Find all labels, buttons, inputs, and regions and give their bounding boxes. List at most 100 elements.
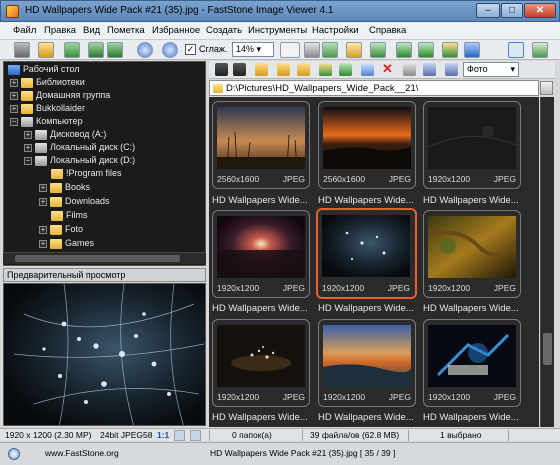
selection-count: 1 выбрано: [440, 430, 482, 440]
favorite-folder-icon[interactable]: [277, 63, 290, 76]
sort-icon[interactable]: [423, 63, 436, 76]
image-format: JPEG: [282, 174, 305, 184]
image-size: 1920x1200: [428, 392, 471, 402]
expand-icon[interactable]: +: [39, 225, 47, 234]
slideshow-icon[interactable]: [322, 42, 338, 58]
collapse-icon[interactable]: −: [24, 156, 32, 165]
tree-item-drive-c[interactable]: + Локальный диск (C:): [24, 142, 135, 155]
tree-item-program-files[interactable]: !Program files: [51, 168, 122, 181]
tree-item-libraries[interactable]: + Библиотеки: [10, 77, 85, 90]
tree-item-homegroup[interactable]: + Домашняя группа: [10, 90, 110, 103]
tree-item-films[interactable]: Films: [51, 210, 88, 223]
tree-item-computer[interactable]: − Компьютер: [10, 116, 83, 129]
expand-icon[interactable]: +: [39, 197, 47, 206]
expand-icon[interactable]: +: [10, 104, 18, 113]
minimize-button[interactable]: ‒: [476, 3, 500, 18]
thumbnail-card-selected[interactable]: 1920x1200 JPEG: [316, 208, 417, 299]
scrollbar-thumb[interactable]: [15, 255, 180, 262]
tree-item-user[interactable]: + Bukkollaider: [10, 103, 85, 116]
zoom-select[interactable]: 14% ▾: [232, 42, 274, 57]
fit-window-icon[interactable]: [174, 430, 185, 441]
tree-item-downloads[interactable]: + Downloads: [39, 196, 110, 209]
menu-mark[interactable]: Пометка: [107, 25, 145, 36]
expand-icon[interactable]: +: [39, 239, 47, 248]
menu-edit[interactable]: Правка: [44, 25, 76, 36]
thumbnail-card[interactable]: 1920x1200 JPEG: [318, 319, 416, 407]
properties-icon[interactable]: [361, 63, 374, 76]
menu-view[interactable]: Вид: [83, 25, 100, 36]
smooth-checkbox[interactable]: ✓: [185, 44, 196, 55]
fit-icon[interactable]: [304, 42, 320, 58]
maximize-button[interactable]: □: [501, 3, 523, 18]
rotate-right-icon[interactable]: [418, 42, 434, 58]
tree-item-label: Books: [65, 182, 91, 192]
thumbnail-card[interactable]: 1920x1200 JPEG: [423, 319, 521, 407]
expand-icon[interactable]: +: [24, 143, 32, 152]
menu-create[interactable]: Создать: [206, 25, 242, 36]
image-size: 1920x1200: [217, 392, 260, 402]
path-text: D:\Pictures\HD_Wallpapers_Wide_Pack__21\: [226, 83, 419, 94]
expand-icon[interactable]: +: [39, 183, 47, 192]
move-to-icon[interactable]: [339, 63, 352, 76]
menu-file[interactable]: Файл: [13, 25, 36, 36]
thumbnail-card[interactable]: 1920x1200 JPEG: [423, 101, 521, 189]
thumbnail-vertical-scrollbar[interactable]: [540, 97, 554, 427]
thumbnail-card[interactable]: 2560x1600 JPEG: [318, 101, 416, 189]
forward-arrow-icon[interactable]: [233, 63, 246, 76]
copy-to-icon[interactable]: [319, 63, 332, 76]
first-image-icon[interactable]: [88, 42, 104, 58]
up-folder-icon[interactable]: [255, 63, 268, 76]
thumbnail-card[interactable]: 1920x1200 JPEG: [212, 210, 310, 298]
view-mode-icon[interactable]: [445, 63, 458, 76]
menu-favorites[interactable]: Избранное: [152, 25, 200, 36]
menu-tools[interactable]: Инструменты: [248, 25, 307, 36]
new-folder-icon[interactable]: [297, 63, 310, 76]
fullscreen-icon[interactable]: [532, 42, 548, 58]
menu-help[interactable]: Справка: [369, 25, 406, 36]
tree-horizontal-scrollbar[interactable]: [3, 252, 206, 264]
scan-icon[interactable]: [14, 42, 30, 58]
scrollbar-thumb[interactable]: [543, 333, 552, 365]
hard-drive-icon: [35, 155, 47, 166]
flip-horizontal-icon[interactable]: [442, 42, 458, 58]
crop-icon[interactable]: [346, 42, 362, 58]
zoom-in-icon[interactable]: [137, 42, 153, 58]
thumbnail-view-icon[interactable]: [508, 42, 524, 58]
menu-settings[interactable]: Настройки: [312, 25, 359, 36]
tree-item-drive-d[interactable]: − Локальный диск (D:): [24, 155, 135, 168]
open-folder-icon[interactable]: [38, 42, 54, 58]
tree-item-foto[interactable]: + Foto: [39, 224, 83, 237]
delete-icon[interactable]: ✕: [381, 62, 394, 76]
website-link[interactable]: www.FastStone.org: [45, 448, 119, 458]
zoom-out-icon[interactable]: [162, 42, 178, 58]
tree-item-books[interactable]: + Books: [39, 182, 90, 195]
back-arrow-icon[interactable]: [215, 63, 228, 76]
expand-icon[interactable]: +: [10, 91, 18, 100]
folder-icon: [50, 224, 62, 235]
thumbnail-card[interactable]: 1920x1200 JPEG: [423, 210, 521, 298]
path-bar[interactable]: D:\Pictures\HD_Wallpapers_Wide_Pack__21\: [209, 80, 539, 96]
expand-icon[interactable]: +: [24, 130, 32, 139]
prev-image-icon[interactable]: [107, 42, 123, 58]
collapse-icon[interactable]: −: [10, 117, 18, 126]
flip-vertical-icon[interactable]: [464, 42, 480, 58]
close-button[interactable]: ✕: [524, 3, 556, 18]
tree-item-games[interactable]: + Games: [39, 238, 94, 251]
fullscreen-toggle-icon[interactable]: [190, 430, 201, 441]
hand-tool-icon[interactable]: [280, 42, 300, 58]
save-icon[interactable]: [64, 42, 80, 58]
thumbnail-card[interactable]: 1920x1200 JPEG: [212, 319, 310, 407]
thumbnail-info: 1920x1200 JPEG: [322, 283, 410, 293]
select-all-icon[interactable]: [403, 63, 416, 76]
tree-item-desktop[interactable]: Рабочий стол: [8, 64, 80, 77]
tree-item-drive-a[interactable]: + Дисковод (A:): [24, 129, 106, 142]
path-history-icon[interactable]: [540, 81, 553, 95]
thumbnail-card[interactable]: 2560x1600 JPEG: [212, 101, 310, 189]
expand-icon[interactable]: +: [10, 78, 18, 87]
thumbnail-filter-select[interactable]: Фото ▾: [463, 62, 519, 77]
image-format: JPEG: [388, 392, 411, 402]
rotate-left-icon[interactable]: [396, 42, 412, 58]
actual-size-button[interactable]: 1:1: [157, 430, 169, 440]
app-icon: [6, 5, 19, 18]
resize-icon[interactable]: [370, 42, 386, 58]
